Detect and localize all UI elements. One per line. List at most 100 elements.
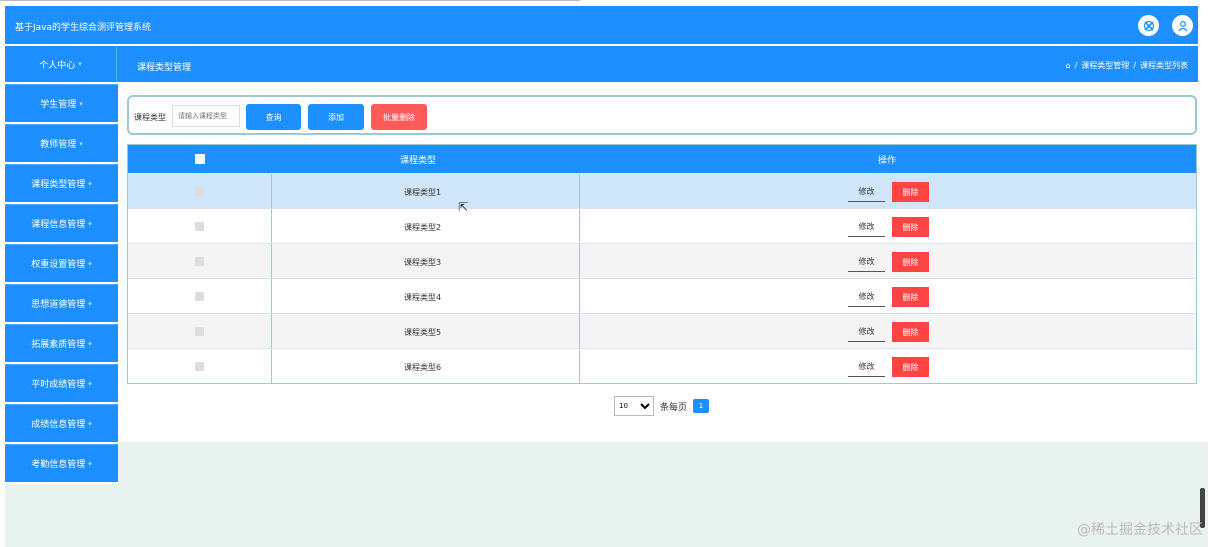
sidebar-item-label: 考勤信息管理 <box>31 460 86 470</box>
nav-home-item[interactable]: 个人中心 ▾ <box>5 46 117 82</box>
edit-button[interactable]: 修改 <box>848 322 885 342</box>
cell-divider <box>579 174 580 208</box>
cell-divider <box>271 314 272 348</box>
cell-divider <box>271 349 272 383</box>
sidebar-item-morality[interactable]: 思想道德管理 ▾ <box>5 284 118 322</box>
cell-divider <box>271 279 272 313</box>
table-row[interactable]: 课程类型2 修改 删除 <box>128 208 1196 243</box>
search-input[interactable] <box>172 105 240 127</box>
cell-divider <box>271 174 272 208</box>
breadcrumb: ⌂ / 课程类型管理 / 课程类型列表 <box>1066 60 1188 71</box>
content-bottom-area <box>118 442 1208 547</box>
cell-divider <box>271 244 272 278</box>
page-size-select[interactable]: 10 <box>614 396 654 416</box>
query-button[interactable]: 查询 <box>246 104 301 130</box>
course-type-table: 课程类型 操作 课程类型1 修改 删除 课程类型2 修改 删除 课程类型3 修改… <box>127 144 1197 384</box>
edit-button[interactable]: 修改 <box>848 252 885 272</box>
row-course-type: 课程类型3 <box>404 258 442 267</box>
edit-button[interactable]: 修改 <box>848 287 885 307</box>
row-checkbox[interactable] <box>195 362 204 371</box>
batch-delete-button[interactable]: 批量删除 <box>371 104 427 130</box>
breadcrumb-sep: / <box>1074 61 1078 70</box>
row-course-type: 课程类型6 <box>404 363 442 372</box>
sidebar-item-quality[interactable]: 拓展素质管理 ▾ <box>5 324 118 362</box>
chevron-down-icon: ▾ <box>88 419 92 428</box>
sidebar-item-label: 课程类型管理 <box>31 180 86 190</box>
sidebar-item-label: 教师管理 <box>40 140 77 150</box>
column-header-course-type[interactable]: 课程类型 <box>400 153 436 166</box>
cell-divider <box>579 349 580 383</box>
chevron-down-icon: ▾ <box>78 60 82 68</box>
app-header: 基于Java的学生综合测评管理系统 <box>5 6 1198 44</box>
delete-button[interactable]: 删除 <box>892 217 929 237</box>
chevron-down-icon: ▾ <box>88 339 92 348</box>
table-row[interactable]: 课程类型6 修改 删除 <box>128 348 1196 383</box>
row-course-type: 课程类型2 <box>404 223 442 232</box>
sidebar-item-teacher[interactable]: 教师管理 ▾ <box>5 124 118 162</box>
breadcrumb-sep: / <box>1133 61 1136 70</box>
search-panel: 课程类型 查询 添加 批量删除 <box>127 95 1197 135</box>
search-label: 课程类型 <box>134 113 166 122</box>
sidebar-item-attendance[interactable]: 考勤信息管理 ▾ <box>5 444 118 482</box>
delete-button[interactable]: 删除 <box>892 357 929 377</box>
chevron-down-icon: ▾ <box>88 259 92 268</box>
chevron-down-icon: ▾ <box>79 139 83 148</box>
row-course-type: 课程类型4 <box>404 293 442 302</box>
sidebar-item-label: 平时成绩管理 <box>31 380 86 390</box>
sidebar-item-score-info[interactable]: 成绩信息管理 ▾ <box>5 404 118 442</box>
fullscreen-icon[interactable] <box>1138 15 1159 36</box>
mouse-cursor-icon: ⇱ <box>458 200 469 214</box>
cell-divider <box>579 209 580 243</box>
user-icon[interactable] <box>1172 15 1193 36</box>
delete-button[interactable]: 删除 <box>892 182 929 202</box>
cell-divider <box>579 279 580 313</box>
delete-button[interactable]: 删除 <box>892 252 929 272</box>
sidebar-item-label: 拓展素质管理 <box>31 340 86 350</box>
sidebar-item-course-info[interactable]: 课程信息管理 ▾ <box>5 204 118 242</box>
row-checkbox[interactable] <box>195 327 204 336</box>
page-size-text: 条每页 <box>660 402 688 413</box>
table-row[interactable]: 课程类型4 修改 删除 <box>128 278 1196 313</box>
sidebar-item-weight[interactable]: 权重设置管理 ▾ <box>5 244 118 282</box>
breadcrumb-item: 课程类型列表 <box>1140 61 1188 70</box>
chevron-down-icon: ▾ <box>88 219 92 228</box>
select-all-checkbox[interactable] <box>195 154 205 164</box>
sidebar-bottom-area <box>5 484 118 547</box>
cell-divider <box>579 244 580 278</box>
home-icon[interactable]: ⌂ <box>1066 61 1071 70</box>
row-checkbox[interactable] <box>195 257 204 266</box>
breadcrumb-item[interactable]: 课程类型管理 <box>1081 60 1129 71</box>
edit-button[interactable]: 修改 <box>848 217 885 237</box>
table-row[interactable]: 课程类型3 修改 删除 <box>128 243 1196 278</box>
table-header: 课程类型 操作 <box>128 145 1196 173</box>
sidebar-item-label: 学生管理 <box>40 100 77 110</box>
edit-button[interactable]: 修改 <box>848 182 885 202</box>
table-row[interactable]: 课程类型5 修改 删除 <box>128 313 1196 348</box>
nav-bar: 个人中心 ▾ 课程类型管理 ⌂ / 课程类型管理 / 课程类型列表 <box>5 46 1198 82</box>
table-row[interactable]: 课程类型1 修改 删除 <box>128 173 1196 208</box>
cell-divider <box>579 314 580 348</box>
sidebar-item-usual-score[interactable]: 平时成绩管理 ▾ <box>5 364 118 402</box>
chevron-down-icon: ▾ <box>88 179 92 188</box>
page-title: 课程类型管理 <box>137 63 192 73</box>
row-checkbox[interactable] <box>195 222 204 231</box>
pagination: 10 条每页 1 <box>614 396 710 416</box>
chevron-down-icon: ▾ <box>79 99 83 108</box>
delete-button[interactable]: 删除 <box>892 287 929 307</box>
sidebar-item-label: 思想道德管理 <box>31 300 86 310</box>
sidebar-item-label: 成绩信息管理 <box>31 420 86 430</box>
sidebar-item-label: 课程信息管理 <box>31 220 86 230</box>
add-button[interactable]: 添加 <box>308 104 364 130</box>
chevron-down-icon: ▾ <box>88 459 92 468</box>
row-course-type: 课程类型5 <box>404 328 442 337</box>
row-checkbox[interactable] <box>195 292 204 301</box>
delete-button[interactable]: 删除 <box>892 322 929 342</box>
watermark: @稀土掘金技术社区 <box>1077 522 1203 538</box>
page-number-button[interactable]: 1 <box>693 399 710 413</box>
row-checkbox[interactable] <box>195 187 204 196</box>
app-title: 基于Java的学生综合测评管理系统 <box>15 23 152 33</box>
sidebar-item-course-type[interactable]: 课程类型管理 ▾ <box>5 164 118 202</box>
column-header-actions: 操作 <box>878 156 897 166</box>
sidebar-item-student[interactable]: 学生管理 ▾ <box>5 84 118 122</box>
edit-button[interactable]: 修改 <box>848 357 885 377</box>
